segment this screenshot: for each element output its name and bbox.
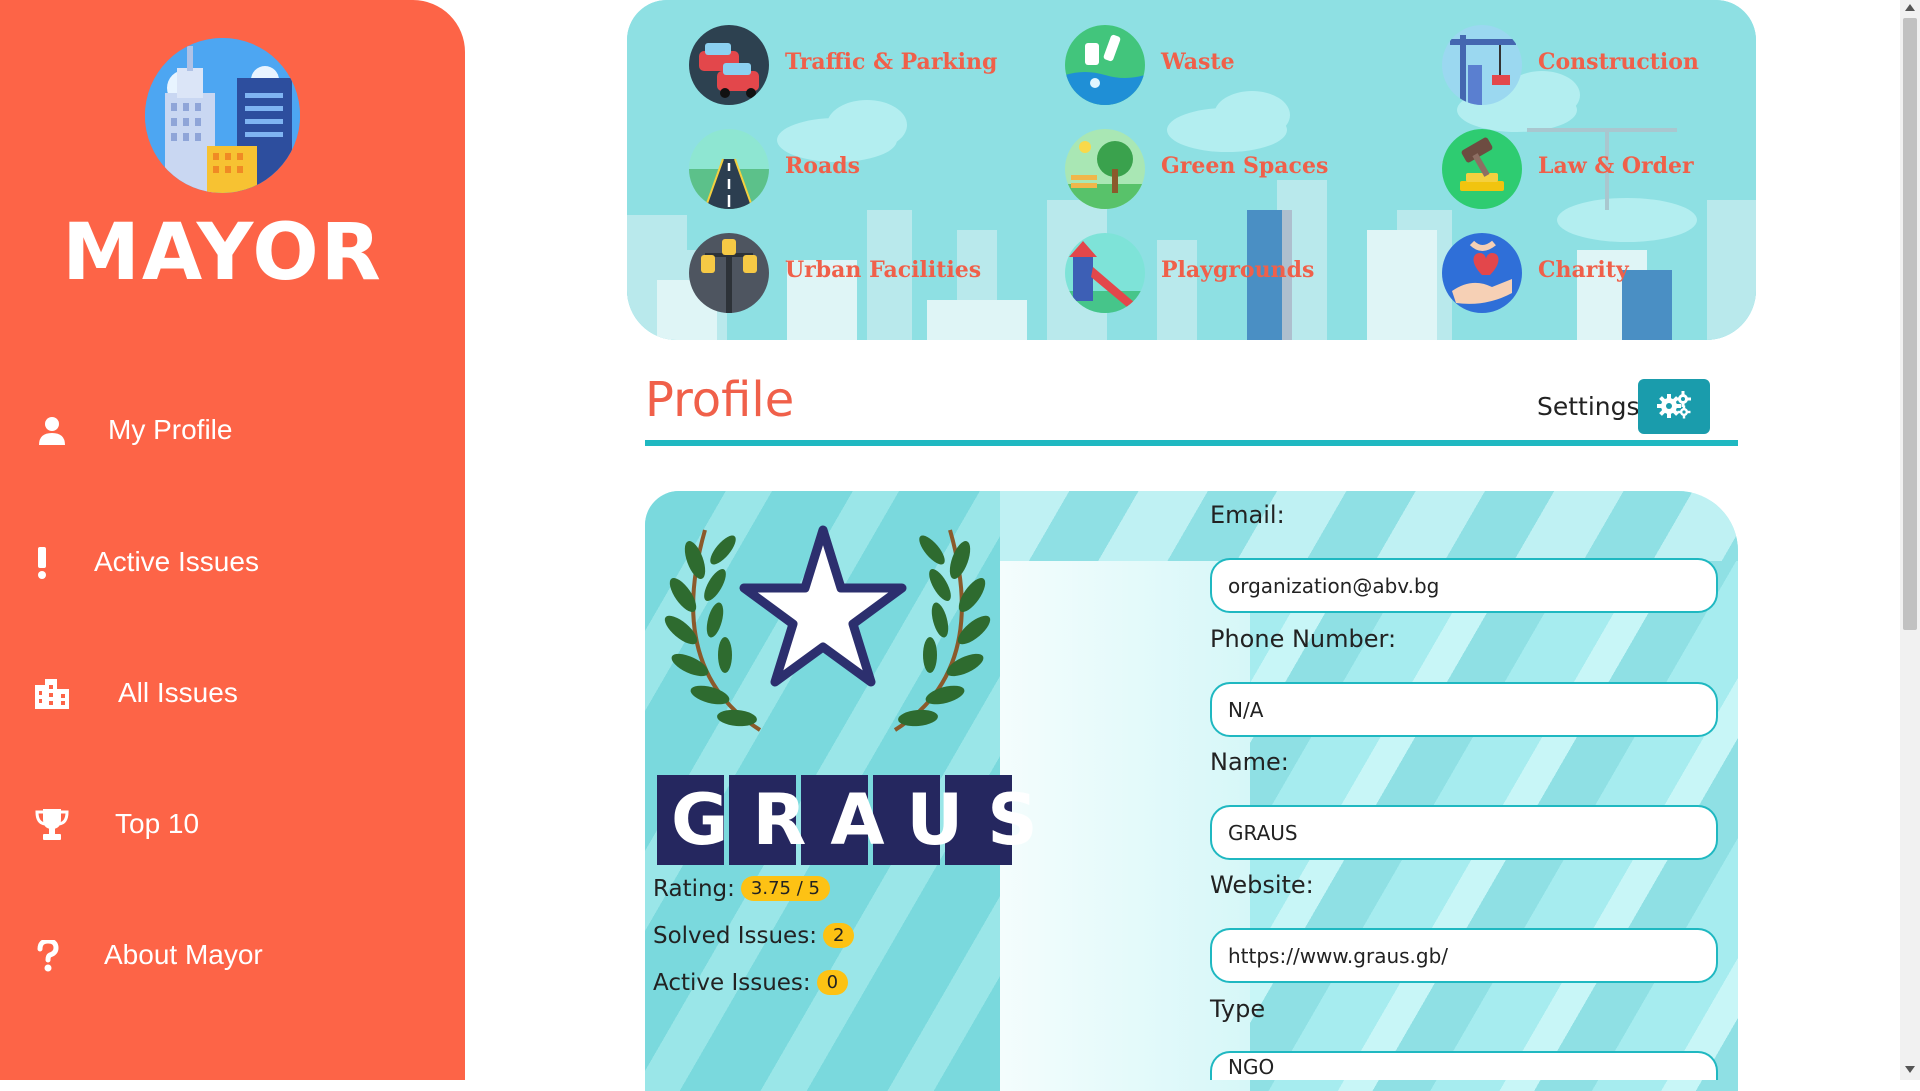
category-waste[interactable]: Waste	[1065, 25, 1425, 109]
category-green-spaces[interactable]: Green Spaces	[1065, 129, 1425, 213]
rating-label: Rating:	[653, 876, 735, 902]
city-logo-icon	[145, 38, 300, 193]
user-icon	[32, 411, 72, 451]
streetlamp-icon	[689, 233, 769, 313]
organization-name: GRAUS	[671, 779, 1062, 861]
email-label: Email:	[1210, 501, 1285, 529]
category-label: Construction	[1538, 49, 1699, 75]
category-construction[interactable]: Construction	[1442, 25, 1756, 109]
organization-logo: GRAUS	[645, 490, 1062, 870]
page-title: Profile	[645, 372, 795, 428]
category-banner: Traffic & Parking Waste Construction Roa…	[627, 0, 1756, 340]
nav-label: About Mayor	[104, 939, 263, 970]
active-issues-label: Active Issues:	[653, 970, 811, 996]
trophy-icon	[32, 805, 72, 845]
nav-about-mayor[interactable]: About Mayor	[0, 921, 465, 991]
brand-title: MAYOR	[62, 208, 383, 298]
nav-top-10[interactable]: Top 10	[0, 790, 465, 860]
phone-label: Phone Number:	[1210, 625, 1397, 653]
category-label: Waste	[1161, 49, 1235, 75]
rating-badge: 3.75 / 5	[740, 876, 830, 901]
email-field[interactable]	[1210, 558, 1718, 613]
page-scrollbar[interactable]	[1900, 0, 1920, 1080]
category-law-order[interactable]: Law & Order	[1442, 129, 1756, 213]
settings-label: Settings	[1537, 392, 1640, 421]
road-icon	[689, 129, 769, 209]
title-divider	[645, 440, 1738, 446]
nav-partial-item[interactable]	[0, 1062, 465, 1080]
gears-icon	[1657, 390, 1691, 423]
phone-field[interactable]	[1210, 682, 1718, 737]
nav-label: Top 10	[115, 808, 200, 839]
name-label: Name:	[1210, 748, 1289, 776]
name-field[interactable]	[1210, 805, 1718, 860]
website-label: Website:	[1210, 871, 1314, 899]
nav-label: All Issues	[118, 677, 238, 708]
nav-label: My Profile	[108, 414, 233, 445]
category-playgrounds[interactable]: Playgrounds	[1065, 233, 1425, 317]
active-issues-stat: Active Issues: 0	[653, 970, 849, 996]
exclamation-icon	[22, 543, 62, 583]
category-label: Charity	[1538, 257, 1629, 283]
solved-issues-label: Solved Issues:	[653, 923, 817, 949]
active-issues-badge: 0	[816, 970, 849, 995]
category-traffic-parking[interactable]: Traffic & Parking	[689, 25, 1049, 109]
gavel-icon	[1442, 129, 1522, 209]
category-charity[interactable]: Charity	[1442, 233, 1756, 317]
waste-icon	[1065, 25, 1145, 105]
scroll-down-arrow-icon[interactable]	[1905, 1066, 1915, 1073]
cars-icon	[689, 25, 769, 105]
solved-issues-stat: Solved Issues: 2	[653, 923, 855, 949]
settings-button[interactable]	[1638, 379, 1710, 434]
category-label: Green Spaces	[1161, 153, 1329, 179]
category-label: Urban Facilities	[785, 257, 982, 283]
city-icon	[32, 674, 72, 714]
rating-stat: Rating: 3.75 / 5	[653, 876, 830, 902]
sidebar: MAYOR My Profile Active Issues All Issue…	[0, 0, 465, 1080]
nav-my-profile[interactable]: My Profile	[0, 396, 465, 466]
nav-label: Active Issues	[94, 546, 259, 577]
crane-icon	[1442, 25, 1522, 105]
scroll-up-arrow-icon[interactable]	[1905, 4, 1915, 11]
type-label: Type	[1210, 995, 1266, 1023]
scroll-thumb[interactable]	[1903, 18, 1917, 630]
category-label: Traffic & Parking	[785, 49, 998, 75]
category-urban-facilities[interactable]: Urban Facilities	[689, 233, 1049, 317]
type-field[interactable]	[1210, 1051, 1718, 1080]
solved-issues-badge: 2	[822, 923, 855, 948]
category-label: Roads	[785, 153, 860, 179]
question-icon	[28, 936, 68, 976]
nav-active-issues[interactable]: Active Issues	[0, 528, 465, 598]
profile-card-top-strip	[1000, 491, 1738, 561]
heart-hand-icon	[1442, 233, 1522, 313]
website-field[interactable]	[1210, 928, 1718, 983]
category-roads[interactable]: Roads	[689, 129, 1049, 213]
tree-icon	[1065, 129, 1145, 209]
nav-all-issues[interactable]: All Issues	[0, 659, 465, 729]
category-label: Law & Order	[1538, 153, 1694, 179]
slide-icon	[1065, 233, 1145, 313]
category-label: Playgrounds	[1161, 257, 1315, 283]
